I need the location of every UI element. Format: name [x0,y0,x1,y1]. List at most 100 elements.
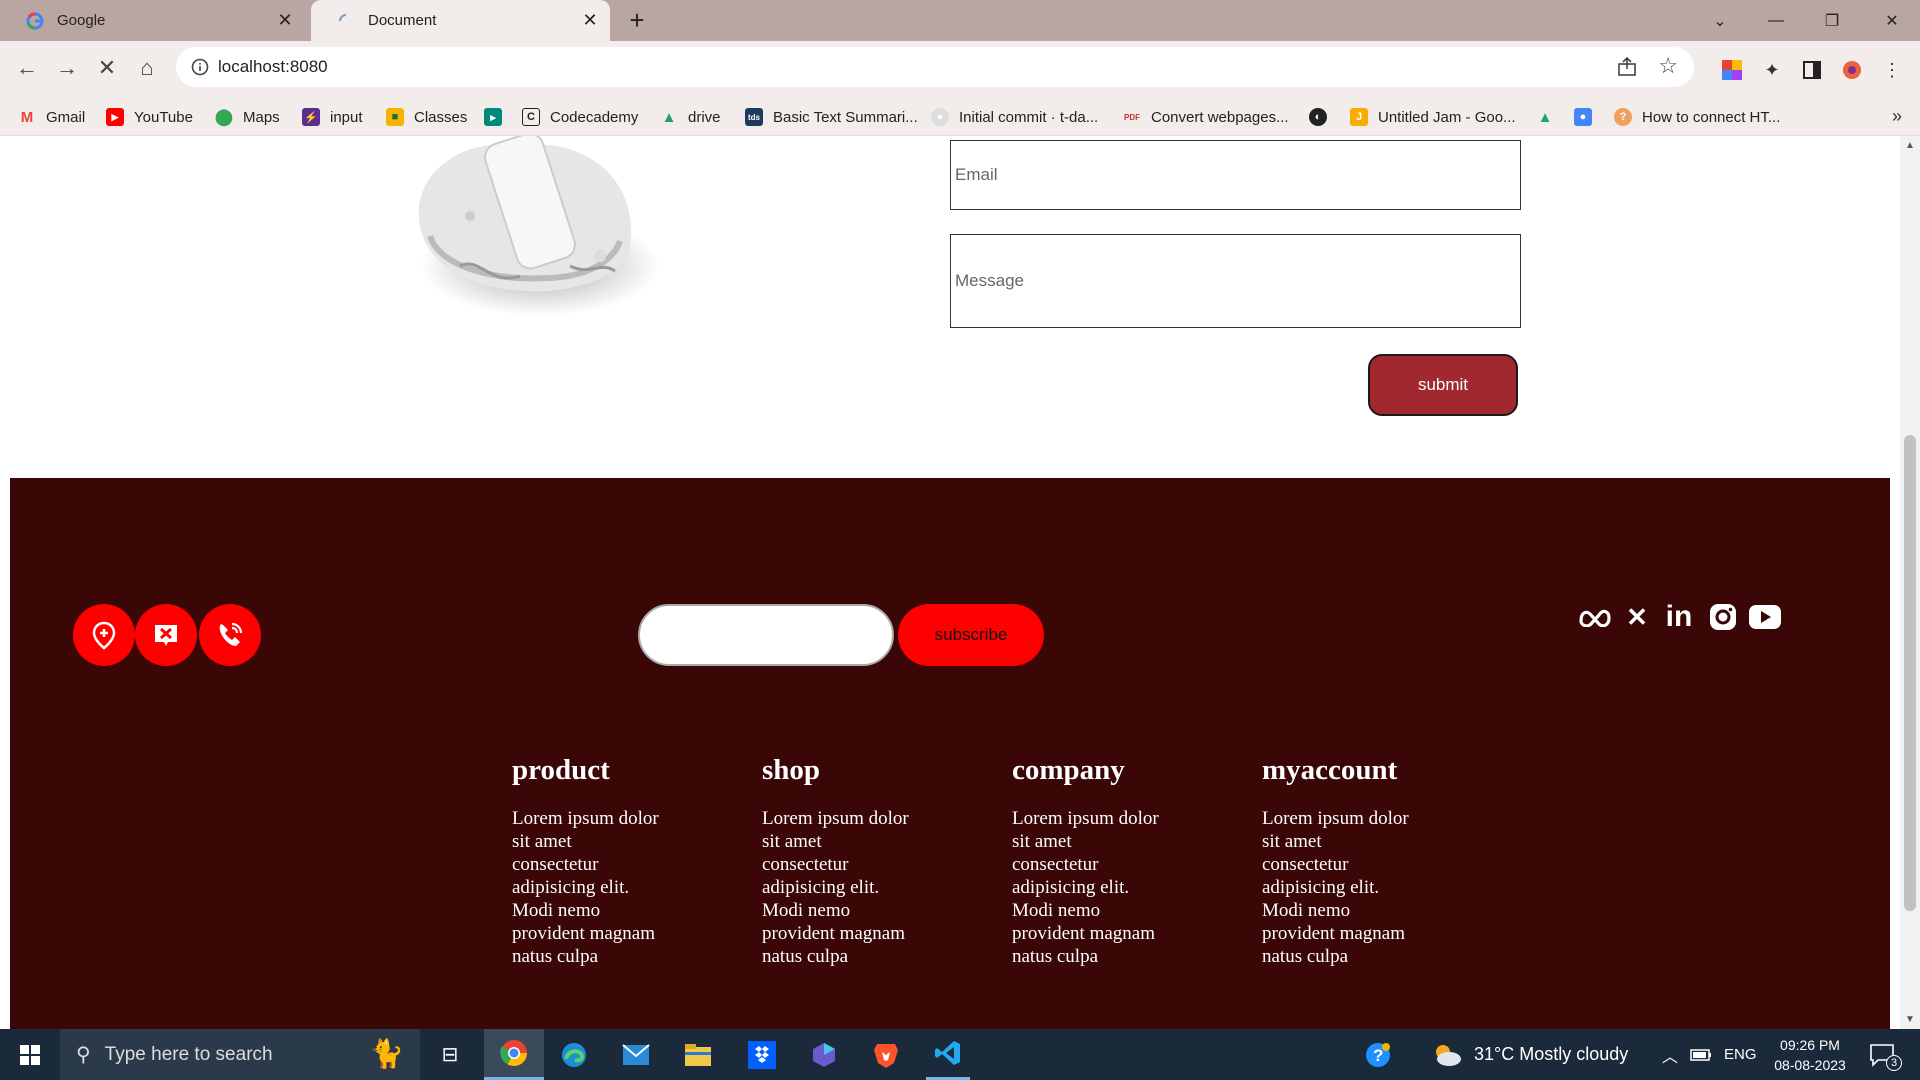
address-bar[interactable]: localhost:8080 ☆ [176,47,1694,87]
x-icon[interactable]: ✕ [1620,600,1654,634]
bookmark-gmail[interactable]: M Gmail [18,98,85,136]
tab-title: Document [368,12,437,29]
share-icon[interactable] [1616,56,1638,78]
mail-icon[interactable] [135,604,197,666]
column-title: shop [762,754,821,786]
submit-button[interactable]: submit [1368,354,1518,416]
youtube-icon[interactable] [1748,600,1782,634]
message-field[interactable] [950,234,1521,328]
close-tab-icon[interactable]: ✕ [580,10,600,30]
bookmark-maps[interactable]: ⬤ Maps [215,98,280,136]
home-button[interactable]: ⌂ [132,53,162,83]
bookmark-contacts[interactable]: ● [1574,98,1602,136]
edge-taskbar-icon[interactable] [552,1029,596,1080]
chrome-taskbar-icon[interactable] [484,1029,544,1080]
bookmark-classes[interactable]: ■ Classes [386,98,467,136]
menu-kebab-icon[interactable]: ⋮ [1880,58,1904,82]
newsletter-email-input[interactable] [638,604,894,666]
url-text: localhost:8080 [218,57,328,76]
battery-icon[interactable] [1688,1029,1714,1080]
phone-icon[interactable] [199,604,261,666]
tds-icon: tds [745,108,763,126]
brave-taskbar-icon[interactable] [864,1029,908,1080]
drive-icon: ▲ [1537,108,1553,126]
colorful-extension-icon[interactable] [1720,58,1744,82]
mail-taskbar-icon[interactable] [614,1029,658,1080]
info-icon[interactable] [190,57,210,77]
tab-document[interactable]: Document ✕ [311,0,610,41]
location-icon[interactable] [73,604,135,666]
footer-column-shop: shop Lorem ipsum dolor sit amet consecte… [762,754,962,968]
clock-time: 09:26 PM [1780,1037,1840,1053]
clock[interactable]: 09:26 PM 08-08-2023 [1770,1035,1850,1075]
show-hidden-icons-icon[interactable]: ︿ [1660,1029,1680,1080]
bookmark-basic-text-summarizer[interactable]: tds Basic Text Summari... [745,98,918,136]
restore-button[interactable]: ❐ [1804,0,1860,41]
scroll-up-arrow-icon[interactable]: ▲ [1905,140,1915,151]
bolt-icon: ⚡ [302,108,320,126]
bookmarks-bar: M Gmail ▶ YouTube ⬤ Maps ⚡ input ■ Class… [0,98,1920,136]
bookmark-drive[interactable]: ▲ drive [660,98,721,136]
bookmark-convert-webpages[interactable]: PDF Convert webpages... [1123,98,1289,136]
close-window-button[interactable]: ✕ [1864,0,1920,41]
extensions-puzzle-icon[interactable]: ✦ [1760,58,1784,82]
scroll-down-arrow-icon[interactable]: ▼ [1905,1014,1915,1025]
meta-icon[interactable] [1578,600,1612,634]
bookmark-drive-2[interactable]: ▲ [1536,98,1564,136]
minimize-button[interactable]: — [1748,0,1804,41]
bookmark-input[interactable]: ⚡ input [302,98,363,136]
column-text: Lorem ipsum dolor sit amet consectetur a… [1012,808,1159,967]
bookmark-codecademy[interactable]: C Codecademy [522,98,638,136]
scrollbar-thumb[interactable] [1904,435,1916,911]
footer-column-myaccount: myaccount Lorem ipsum dolor sit amet con… [1262,754,1462,968]
side-panel-icon[interactable] [1800,58,1824,82]
notifications-icon[interactable]: 3 [1862,1029,1902,1080]
close-tab-icon[interactable]: ✕ [275,10,295,30]
milk-splash-image [418,136,660,316]
loading-spinner-icon [336,11,356,31]
gmail-icon: M [20,108,34,126]
codecademy-icon: C [522,108,540,126]
help-icon[interactable]: ? [1360,1029,1396,1080]
bookmark-meet[interactable]: ▸ [484,98,512,136]
email-field[interactable] [950,140,1521,210]
dropbox-taskbar-icon[interactable] [740,1029,784,1080]
tab-search-icon[interactable]: ⌄ [1692,0,1748,41]
more-bookmarks-icon[interactable]: » [1892,106,1902,127]
google-icon [25,11,45,31]
new-tab-button[interactable]: + [624,7,650,34]
back-button[interactable]: ← [12,53,42,83]
file-explorer-icon[interactable] [676,1029,720,1080]
app-hexagon-icon[interactable] [802,1029,846,1080]
tab-strip: Google ✕ Document ✕ + ⌄ — ❐ ✕ [0,0,1920,41]
bookmark-star-icon[interactable]: ☆ [1658,55,1678,77]
taskbar-search-box[interactable]: ⚲ Type here to search 🐈 [60,1029,420,1080]
globe-icon: ◐ [1309,108,1327,126]
stop-loading-button[interactable]: ✕ [92,53,122,83]
linkedin-icon[interactable]: in [1662,600,1696,634]
tab-google[interactable]: Google ✕ [0,0,305,41]
windows-start-icon[interactable] [0,1029,60,1080]
page-viewport: submit subscribe ✕ in [0,136,1900,1029]
language-indicator[interactable]: ENG [1724,1029,1757,1080]
maps-icon: ⬤ [215,109,233,126]
weather-text[interactable]: 31°C Mostly cloudy [1474,1029,1628,1080]
instagram-icon[interactable] [1706,600,1740,634]
bookmark-youtube[interactable]: ▶ YouTube [106,98,193,136]
subscribe-button[interactable]: subscribe [898,604,1044,666]
task-view-icon[interactable]: ⊟ [428,1029,472,1080]
bookmark-how-to-connect[interactable]: ? How to connect HT... [1614,98,1780,136]
taskbar: ⚲ Type here to search 🐈 ⊟ ? 31°C Mostly … [0,1029,1920,1080]
svg-text:?: ? [1373,1046,1383,1065]
bookmark-untitled-jam[interactable]: J Untitled Jam - Goo... [1350,98,1516,136]
weather-cloud-icon [1430,1029,1464,1080]
bookmark-globe[interactable]: ◐ [1309,98,1337,136]
profile-avatar[interactable] [1840,58,1864,82]
footer: subscribe ✕ in product Lorem ipsum dolor… [10,478,1890,1029]
forward-button[interactable]: → [52,53,82,83]
vscode-taskbar-icon[interactable] [926,1029,970,1080]
bookmark-initial-commit[interactable]: ● Initial commit · t-da... [931,98,1098,136]
column-text: Lorem ipsum dolor sit amet consectetur a… [762,808,909,967]
contacts-icon: ● [1574,108,1592,126]
page-scrollbar[interactable]: ▲ ▼ [1900,136,1920,1029]
